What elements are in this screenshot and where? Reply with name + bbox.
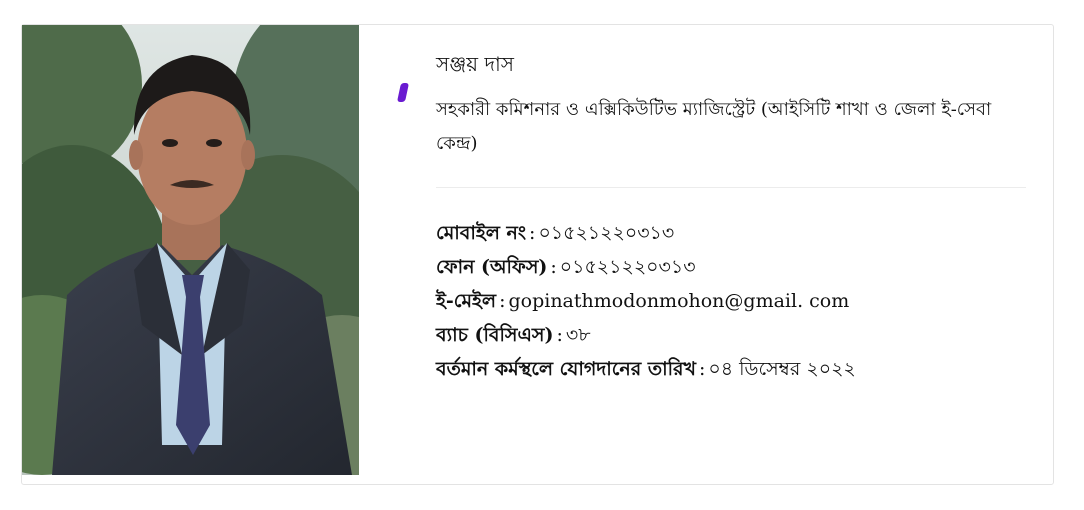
detail-separator: :: [499, 290, 506, 312]
accent-marker: [396, 83, 410, 102]
detail-row-batch: ব্যাচ (বিসিএস):৩৮: [436, 318, 1036, 352]
detail-value-mobile: ০১৫২১২২০৩১৩: [538, 222, 675, 244]
detail-label: মোবাইল নং: [436, 222, 527, 244]
officer-designation: সহকারী কমিশনার ও এক্সিকিউটিভ ম্যাজিস্ট্র…: [436, 99, 992, 154]
detail-label: বর্তমান কর্মস্থলে যোগদানের তারিখ: [436, 358, 696, 380]
detail-value-email: gopinathmodonmohon@gmail. com: [508, 290, 850, 312]
detail-separator: :: [529, 222, 536, 244]
detail-separator: :: [556, 324, 563, 346]
profile-card: সঞ্জয় দাস সহকারী কমিশনার ও এক্সিকিউটিভ …: [21, 24, 1054, 485]
detail-separator: :: [698, 358, 706, 380]
contact-details: মোবাইল নং:০১৫২১২২০৩১৩ ফোন (অফিস):০১৫২১২২…: [436, 216, 1036, 386]
detail-value-office-phone: ০১৫২১২২০৩১৩: [559, 256, 696, 278]
detail-label: ব্যাচ (বিসিএস): [436, 324, 554, 346]
detail-row-joining-date: বর্তমান কর্মস্থলে যোগদানের তারিখ:০৪ ডিসে…: [436, 352, 1036, 386]
detail-row-mobile: মোবাইল নং:০১৫২১২২০৩১৩: [436, 216, 1036, 250]
detail-value-joining-date: ০৪ ডিসেম্বর ২০২২: [708, 358, 856, 380]
detail-row-office-phone: ফোন (অফিস):০১৫২১২২০৩১৩: [436, 250, 1036, 284]
profile-info: সঞ্জয় দাস সহকারী কমিশনার ও এক্সিকিউটিভ …: [436, 49, 1036, 386]
officer-name: সঞ্জয় দাস: [436, 52, 514, 76]
detail-value-batch: ৩৮: [565, 324, 591, 346]
detail-row-email: ই-মেইল: gopinathmodonmohon@gmail. com: [436, 284, 1036, 318]
detail-label: ফোন (অফিস): [436, 256, 548, 278]
profile-photo: [22, 25, 359, 475]
detail-separator: :: [550, 256, 557, 278]
divider: [436, 187, 1026, 188]
detail-label: ই-মেইল: [436, 290, 497, 312]
